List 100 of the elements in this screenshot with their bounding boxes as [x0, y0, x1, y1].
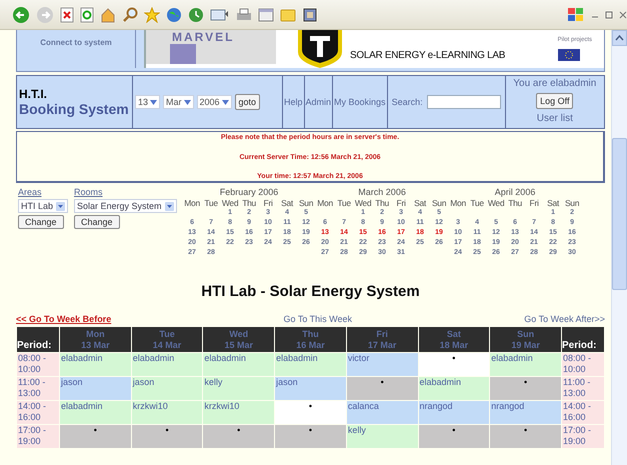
period-cell: 08:00 - 10:00 [16, 352, 60, 376]
this-week-link[interactable]: Go To This Week [283, 314, 352, 324]
booking-cell[interactable]: • [131, 424, 203, 448]
caret-icon [222, 100, 229, 104]
search-icon[interactable] [122, 6, 138, 22]
weekday-heading: Mon [184, 198, 200, 208]
areas-link[interactable]: Areas [18, 187, 42, 197]
globe-icon[interactable] [166, 6, 182, 22]
weekday-heading: Fri [396, 198, 406, 208]
weekday-heading: Sun [564, 198, 580, 208]
caret-icon [56, 202, 66, 210]
booking-cell[interactable]: • [274, 400, 346, 424]
day-select[interactable]: 13 [135, 95, 160, 109]
booking-cell[interactable]: elabadmin [490, 352, 562, 376]
weekday-heading: Tue [337, 198, 351, 208]
search-field[interactable] [426, 95, 501, 109]
year-select[interactable]: 2006 [196, 95, 232, 109]
weekday-heading: Thu [242, 198, 256, 208]
booking-cell[interactable]: jason [60, 376, 132, 400]
booking-cell[interactable]: • [274, 424, 346, 448]
booking-cell[interactable]: elabadmin [131, 352, 203, 376]
booking-cell[interactable]: victor [346, 352, 418, 376]
weekday-heading: Mon [450, 198, 466, 208]
month-title: February 2006 [220, 187, 278, 197]
booking-cell[interactable]: calanca [346, 400, 418, 424]
period-heading: Period: [16, 326, 60, 352]
booking-cell[interactable]: • [418, 352, 490, 376]
booking-cell[interactable]: kelly [202, 376, 275, 400]
nav-link[interactable]: Admin [306, 97, 332, 107]
month-title: April 2006 [494, 187, 536, 197]
booking-cell[interactable]: elabadmin [202, 352, 275, 376]
weekday-heading: Fri [530, 198, 539, 208]
book-icon[interactable] [302, 6, 318, 22]
period-cell: 11:00 - 13:00 [16, 376, 60, 400]
booking-cell[interactable]: elabadmin [60, 352, 132, 376]
weekday-heading: Sun [432, 198, 446, 208]
month-title: March 2006 [358, 187, 406, 197]
search-label: Search: [392, 97, 423, 107]
booking-cell[interactable]: • [490, 376, 562, 400]
booking-cell[interactable]: elabadmin [274, 352, 346, 376]
system-title: H.T.I. [19, 87, 48, 101]
stop-icon[interactable] [60, 6, 74, 22]
home-icon[interactable] [100, 6, 116, 22]
nav-link[interactable]: My Bookings [334, 97, 386, 107]
day-heading: Sat 18 Mar [418, 326, 490, 352]
connect-link[interactable]: Connect to system [40, 38, 112, 68]
back-icon[interactable] [12, 6, 30, 24]
booking-cell[interactable]: krzkwi10 [202, 400, 275, 424]
period-cell: 11:00 - 13:00 [562, 376, 604, 400]
goto-button[interactable]: goto [234, 94, 260, 110]
day-heading: Mon 13 Mar [60, 326, 132, 352]
folder-icon[interactable] [280, 6, 296, 22]
weekday-heading: Wed [222, 198, 238, 208]
marvel-logo: MARVEL [146, 30, 276, 64]
weekday-heading: Sat [547, 198, 559, 208]
weekday-heading: Thu [375, 198, 389, 208]
booking-cell[interactable]: nrangod [490, 400, 562, 424]
month-select[interactable]: Mar [163, 95, 194, 109]
weekday-heading: Thu [508, 198, 522, 208]
rooms-link[interactable]: Rooms [74, 187, 103, 197]
scrollbar-thumb[interactable] [612, 138, 627, 290]
booking-cell[interactable]: • [418, 424, 490, 448]
period-cell: 14:00 - 16:00 [562, 400, 604, 424]
booking-cell[interactable]: • [490, 424, 562, 448]
day-heading: Tue 14 Mar [131, 326, 203, 352]
nav-link[interactable]: Help [284, 97, 303, 107]
day-heading: Wed 15 Mar [202, 326, 275, 352]
windows-logo-icon [567, 6, 585, 22]
change-button[interactable]: Change [18, 215, 64, 229]
scroll-up-button[interactable] [612, 30, 627, 46]
weekday-heading: Fri [264, 198, 273, 208]
previous-week-link[interactable]: << Go To Week Before [16, 314, 112, 324]
weekday-heading: Tue [204, 198, 218, 208]
booking-cell[interactable]: jason [131, 376, 203, 400]
period-cell: 08:00 - 10:00 [562, 352, 604, 376]
booking-cell[interactable]: elabadmin [60, 400, 132, 424]
logoff-button[interactable]: Log Off [536, 93, 574, 109]
room-select[interactable]: Solar Energy System [74, 199, 177, 213]
area-select[interactable]: HTI Lab [18, 199, 68, 213]
booking-cell[interactable]: • [346, 376, 418, 400]
period-cell: 17:00 - 19:00 [16, 424, 60, 448]
day-heading: Thu 16 Mar [274, 326, 346, 352]
booking-cell[interactable]: jason [274, 376, 346, 400]
booking-cell[interactable]: • [202, 424, 275, 448]
booking-cell[interactable]: nrangod [418, 400, 490, 424]
close-icon[interactable] [619, 10, 627, 18]
change-button[interactable]: Change [74, 215, 120, 229]
booking-cell[interactable]: elabadmin [418, 376, 490, 400]
star-icon[interactable] [144, 6, 160, 22]
booking-cell[interactable]: kelly [346, 424, 418, 448]
refresh-icon[interactable] [80, 6, 94, 22]
booking-cell[interactable]: krzkwi10 [131, 400, 203, 424]
print-icon[interactable] [236, 6, 252, 22]
booking-cell[interactable]: • [60, 424, 132, 448]
window-icon[interactable] [258, 6, 274, 22]
user-list-link[interactable]: User list [536, 113, 573, 124]
next-week-link[interactable]: Go To Week After>> [524, 314, 605, 324]
day-heading: Sun 19 Mar [490, 326, 562, 352]
history-icon[interactable] [188, 6, 204, 22]
maximize-icon[interactable] [605, 10, 613, 18]
